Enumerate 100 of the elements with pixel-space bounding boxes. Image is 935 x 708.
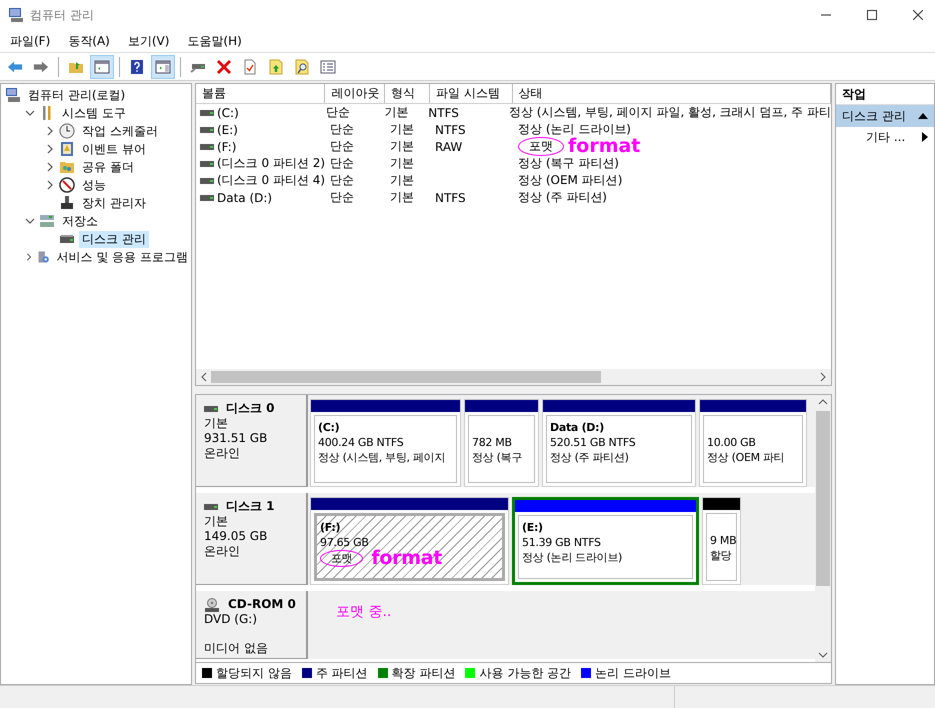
partition-label: (F:) [320, 520, 342, 535]
cd-drive-icon [204, 598, 220, 612]
table-cell: 정상 (OEM 파티션) [518, 172, 622, 189]
disk-status: 미디어 없음 [204, 641, 269, 656]
legend-label: 사용 가능한 공간 [479, 664, 572, 682]
expand-chevron-icon[interactable] [45, 144, 55, 154]
close-icon[interactable] [913, 10, 923, 20]
column-header[interactable]: 레이아웃 [325, 84, 386, 103]
column-header[interactable]: 상태 [512, 84, 831, 103]
tree-item[interactable]: 시스템 도구 [59, 104, 129, 122]
horizontal-scrollbar[interactable] [196, 369, 831, 385]
partition-block[interactable]: 9 MB 할당 [702, 497, 741, 585]
submenu-arrow-icon [922, 132, 928, 142]
table-cell: (디스크 0 파티션 2) [217, 155, 326, 172]
drive-icon [200, 126, 214, 132]
expand-chevron-icon[interactable] [25, 252, 33, 262]
menu-item[interactable]: 파일(F) [4, 32, 56, 50]
table-cell: NTFS [435, 122, 466, 136]
menu-item[interactable]: 도움말(H) [181, 32, 248, 50]
tree-item[interactable]: 저장소 [59, 212, 101, 230]
partition-status: 정상 (주 파티션) [550, 450, 629, 465]
partition-block[interactable]: Data (D:) 520.51 GB NTFS 정상 (주 파티션) [542, 399, 696, 487]
table-cell: 정상 (주 파티션) [518, 189, 607, 206]
table-cell: 정상 (시스템, 부팅, 페이지 파일, 활성, 크래시 덤프, 주 파티 [508, 104, 831, 121]
table-cell: 단순 [330, 172, 354, 189]
actions-section[interactable]: 디스크 관리 [836, 105, 934, 127]
disk-type: 기본 [204, 514, 229, 529]
tree-item[interactable]: 작업 스케줄러 [79, 122, 161, 140]
partition-block[interactable]: (C:) 400.24 GB NTFS 정상 (시스템, 부팅, 페이지 [310, 399, 461, 487]
list-icon[interactable] [320, 58, 336, 74]
vertical-scrollbar[interactable] [815, 395, 831, 662]
partition-block[interactable]: (F:) 97.65 GB 포맷 format [310, 497, 509, 585]
partition-size: 782 MB [472, 435, 513, 450]
actions-item[interactable]: 기타 ... [836, 127, 934, 147]
column-header[interactable]: 파일 시스템 [430, 84, 513, 103]
panel-icon[interactable] [155, 58, 171, 74]
storage-icon [39, 213, 55, 229]
collapse-chevron-icon[interactable] [25, 216, 35, 226]
partition-size: 9 MB [710, 533, 736, 548]
scroll-left-icon[interactable] [201, 372, 207, 382]
column-header[interactable]: 볼륨 [196, 84, 326, 103]
partition-block[interactable]: (E:) 51.39 GB NTFS 정상 (논리 드라이브) [512, 497, 699, 585]
disk-name: 디스크 1 [226, 499, 275, 514]
collapse-chevron-icon[interactable] [25, 108, 35, 118]
tree-item[interactable]: 공유 폴더 [79, 158, 137, 176]
table-cell: 단순 [326, 104, 350, 121]
table-cell: NTFS [428, 106, 459, 120]
panel-icon[interactable] [94, 58, 110, 74]
partition-size: 10.00 GB [707, 435, 757, 450]
table-cell: 기본 [390, 121, 414, 138]
maximize-icon[interactable] [867, 10, 877, 20]
tree-item[interactable]: 장치 관리자 [79, 194, 149, 212]
table-cell: 단순 [330, 138, 354, 155]
services-icon [36, 249, 50, 265]
partition-status: 정상 (복구 [472, 450, 522, 465]
tree-item[interactable]: 서비스 및 응용 프로그램 [54, 248, 191, 266]
partition-status: 포맷 [320, 550, 364, 567]
partition-status: 할당 [710, 548, 732, 563]
expand-chevron-icon[interactable] [45, 162, 55, 172]
event-log-icon [59, 141, 75, 157]
expand-chevron-icon[interactable] [45, 180, 55, 190]
scroll-down-icon[interactable] [818, 652, 828, 658]
tree-item[interactable]: 이벤트 뷰어 [79, 140, 149, 158]
disk-info-panel[interactable]: CD-ROM 0 DVD (G:) 미디어 없음 [196, 591, 308, 659]
disk-info-panel[interactable]: 디스크 0 기본 931.51 GB 온라인 [196, 395, 308, 487]
disk-info-panel[interactable]: 디스크 1 기본 149.05 GB 온라인 [196, 493, 308, 585]
help-icon[interactable] [129, 58, 145, 74]
search-icon[interactable] [294, 58, 310, 74]
table-cell: 기본 [384, 104, 409, 121]
properties-icon[interactable] [242, 58, 258, 74]
column-header[interactable]: 형식 [385, 84, 430, 103]
partition-status: 정상 (논리 드라이브) [522, 550, 622, 565]
scroll-up-icon[interactable] [818, 399, 828, 405]
tree-item[interactable]: 디스크 관리 [79, 230, 149, 248]
partition-block[interactable]: 10.00 GB 정상 (OEM 파티 [699, 399, 807, 487]
scroll-right-icon[interactable] [820, 372, 826, 382]
export-icon[interactable] [268, 58, 284, 74]
annotation-text: format [371, 550, 442, 567]
collapse-icon[interactable] [918, 113, 928, 119]
disk-name: 디스크 0 [226, 401, 275, 416]
partition-label: (C:) [318, 420, 340, 435]
table-cell: Data (D:) [217, 190, 272, 204]
table-cell: 기본 [390, 155, 414, 172]
tree-item[interactable]: 성능 [79, 176, 109, 194]
delete-icon[interactable] [216, 58, 232, 74]
partition-status: 정상 (시스템, 부팅, 페이지 [318, 450, 445, 465]
legend-label: 논리 드라이브 [595, 664, 671, 682]
table-cell: (C:) [217, 106, 239, 120]
computer-icon [5, 87, 21, 103]
disk-name: CD-ROM 0 [228, 597, 296, 612]
drive-icon [204, 406, 218, 412]
tree-item[interactable]: 컴퓨터 관리(로컬) [25, 86, 128, 104]
partition-size: 97.65 GB [320, 535, 370, 550]
expand-chevron-icon[interactable] [45, 126, 55, 136]
table-cell: 기본 [390, 189, 414, 206]
menu-item[interactable]: 보기(V) [122, 32, 176, 50]
table-cell: 정상 (복구 파티션) [518, 155, 619, 172]
partition-block[interactable]: 782 MB 정상 (복구 [464, 399, 539, 487]
menu-item[interactable]: 동작(A) [62, 32, 116, 50]
table-cell: 단순 [330, 155, 354, 172]
